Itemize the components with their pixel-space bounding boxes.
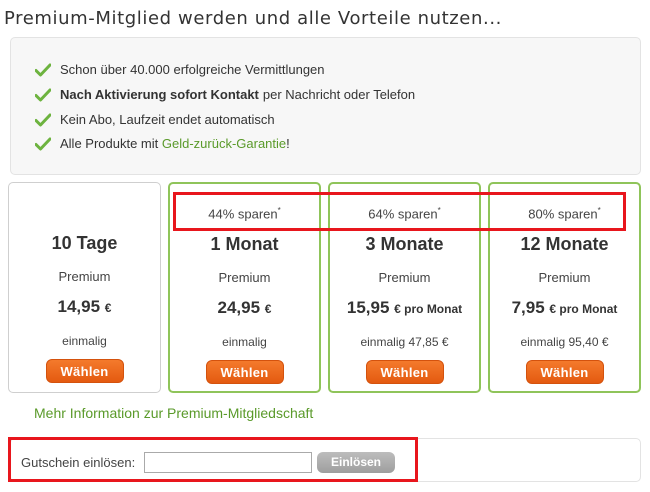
check-icon xyxy=(35,88,51,101)
check-icon xyxy=(35,113,51,126)
feature-text: Alle Produkte mit xyxy=(60,136,162,151)
features-box: Schon über 40.000 erfolgreiche Vermittlu… xyxy=(10,37,641,175)
page-title: Premium-Mitglied werden und alle Vorteil… xyxy=(4,8,502,29)
feature-item: Kein Abo, Laufzeit endet automatisch xyxy=(35,112,275,127)
check-icon xyxy=(35,137,51,150)
plan-billing-note: einmalig 47,85 € xyxy=(360,335,449,349)
plan-price: 15,95 € pro Monat xyxy=(346,298,463,317)
feature-bold-text: Nach Aktivierung sofort Kontakt xyxy=(60,87,259,102)
plan-card-10-days: 10 Tage Premium 14,95 € einmalig Wählen xyxy=(8,182,161,393)
feature-text: Kein Abo, Laufzeit endet automatisch xyxy=(60,112,275,127)
plan-type: Premium xyxy=(538,270,591,285)
plan-price: 24,95 € xyxy=(217,298,272,317)
plan-duration: 10 Tage xyxy=(51,233,118,253)
feature-suffix: ! xyxy=(286,136,290,151)
feature-text: per Nachricht oder Telefon xyxy=(262,87,416,102)
savings-highlight-box xyxy=(173,192,626,231)
plan-duration: 3 Monate xyxy=(365,234,444,254)
plan-price: 14,95 € xyxy=(57,297,112,316)
choose-button[interactable]: Wählen xyxy=(205,360,284,384)
feature-item: Nach Aktivierung sofort Kontakt per Nach… xyxy=(35,87,415,102)
check-icon xyxy=(35,63,51,76)
plan-type: Premium xyxy=(378,270,431,285)
plan-type: Premium xyxy=(58,269,111,284)
feature-item: Alle Produkte mit Geld-zurück-Garantie ! xyxy=(35,136,290,151)
guarantee-link[interactable]: Geld-zurück-Garantie xyxy=(162,136,286,151)
more-info-link[interactable]: Mehr Information zur Premium-Mitgliedsch… xyxy=(34,405,313,421)
choose-button[interactable]: Wählen xyxy=(45,359,124,383)
plan-billing-note: einmalig xyxy=(222,335,267,349)
voucher-highlight-box xyxy=(8,437,418,482)
plan-price: 7,95 € pro Monat xyxy=(511,298,618,317)
feature-text: Schon über 40.000 erfolgreiche Vermittlu… xyxy=(60,62,325,77)
plan-duration: 12 Monate xyxy=(520,234,609,254)
plan-billing-note: einmalig 95,40 € xyxy=(520,335,609,349)
plan-billing-note: einmalig xyxy=(62,334,107,348)
feature-item: Schon über 40.000 erfolgreiche Vermittlu… xyxy=(35,62,325,77)
plan-duration: 1 Monat xyxy=(210,234,279,254)
plan-type: Premium xyxy=(218,270,271,285)
choose-button[interactable]: Wählen xyxy=(365,360,444,384)
choose-button[interactable]: Wählen xyxy=(525,360,604,384)
